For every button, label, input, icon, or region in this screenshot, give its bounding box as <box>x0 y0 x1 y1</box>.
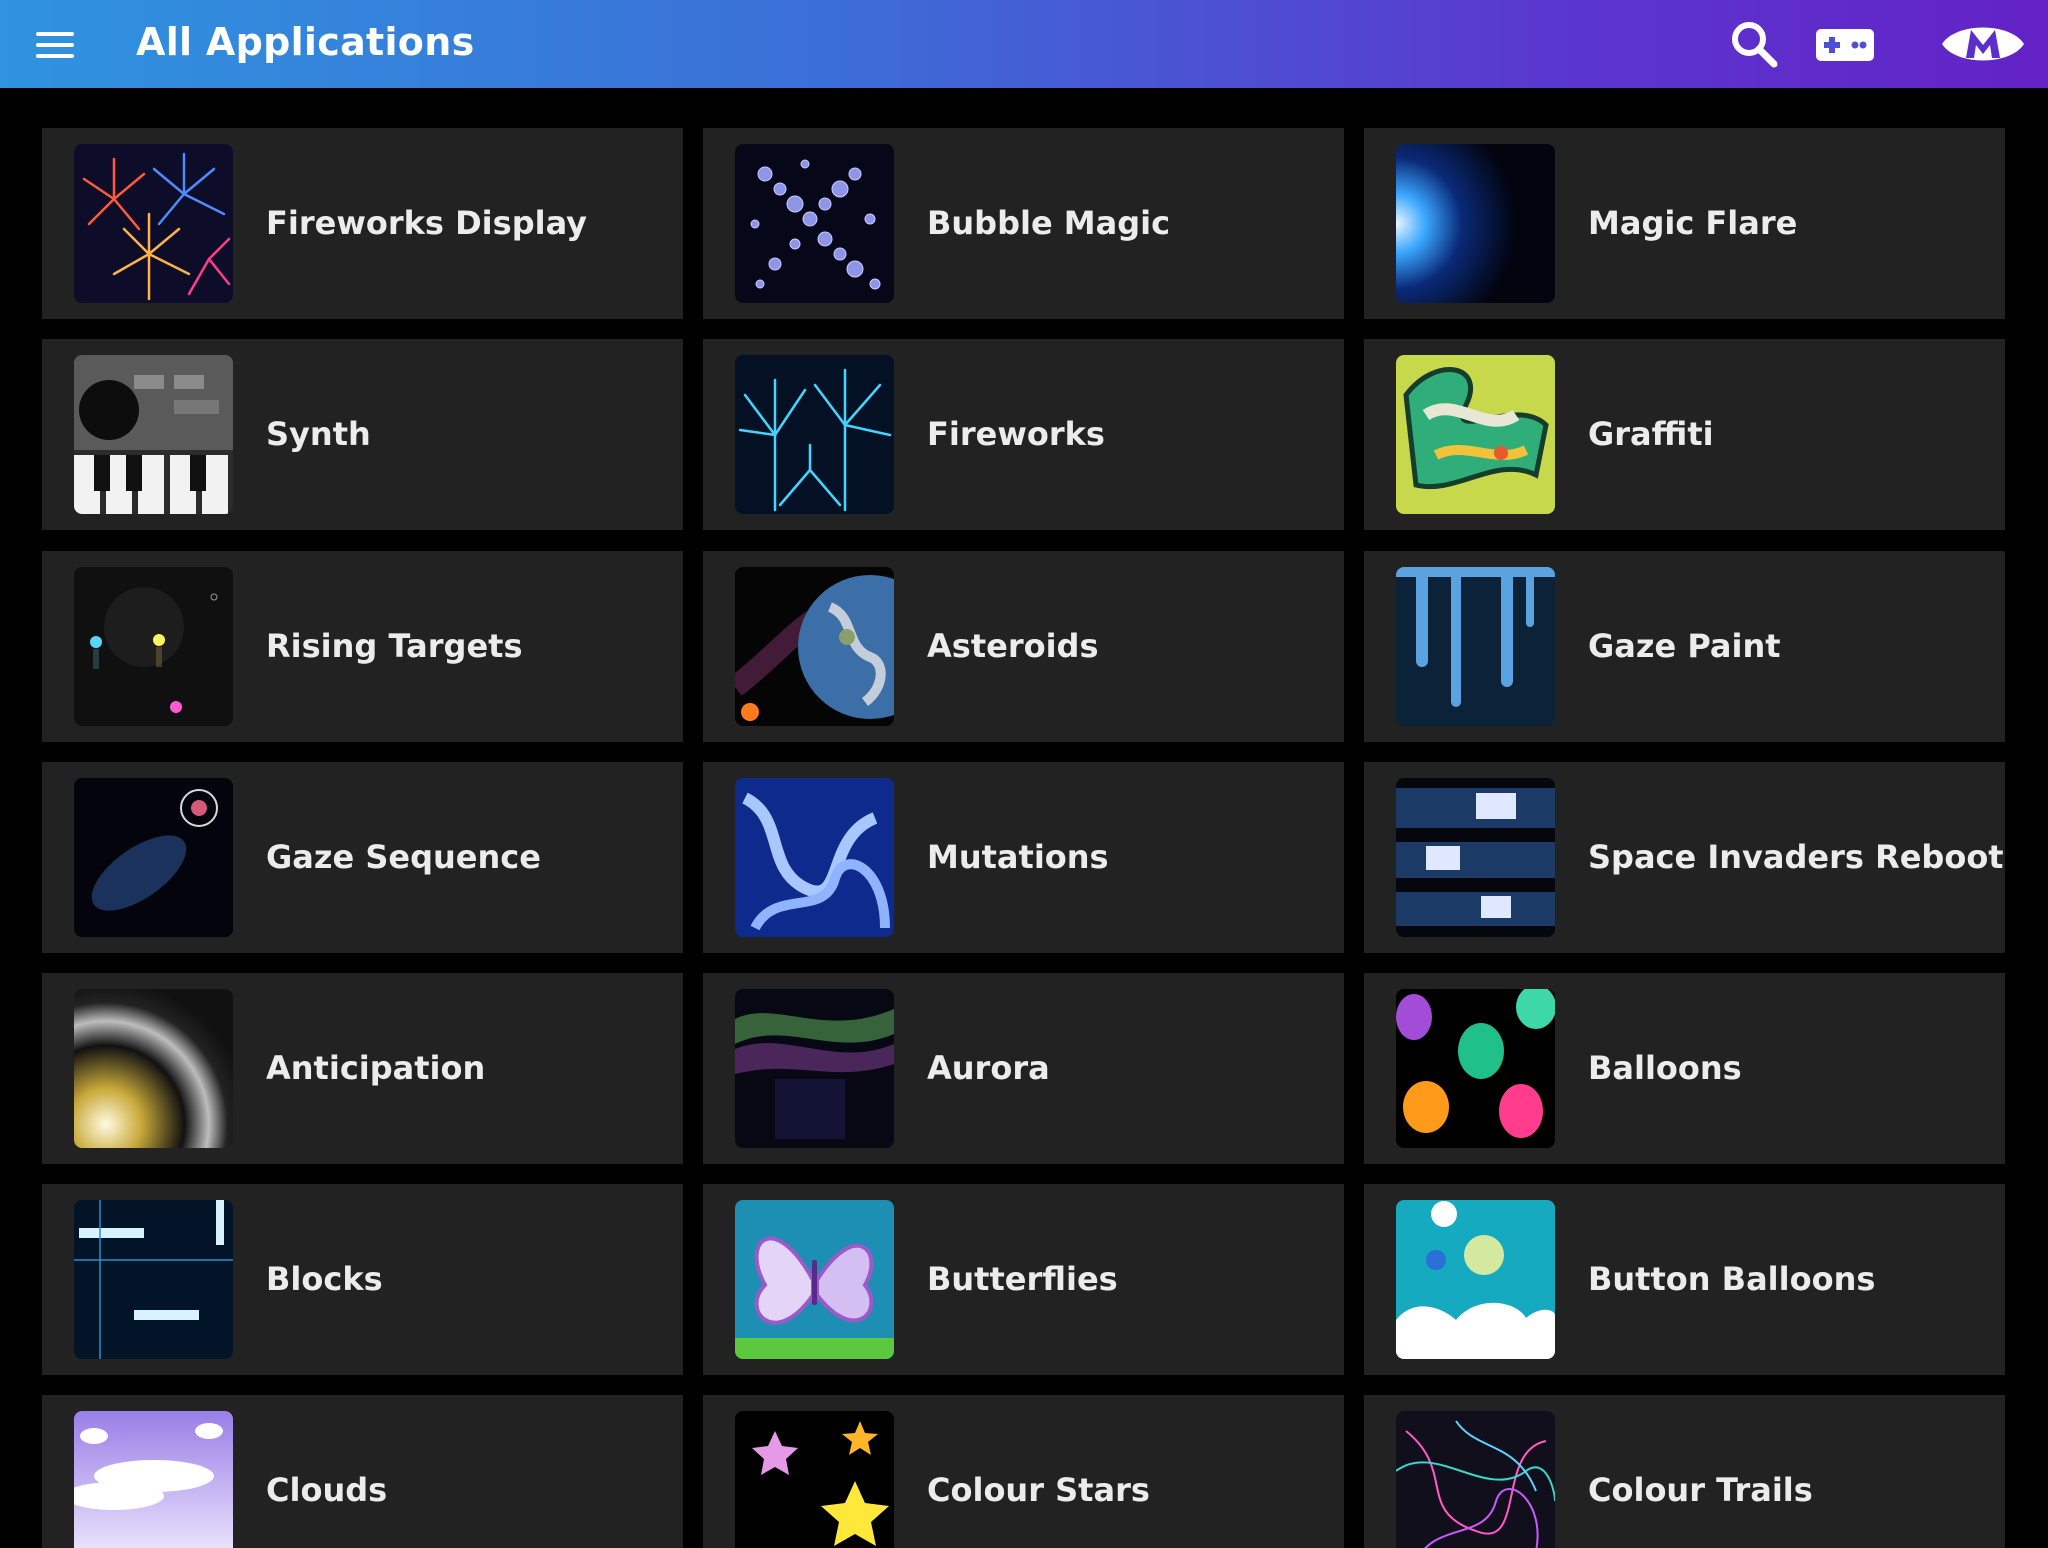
app-label: Clouds <box>266 1471 388 1509</box>
search-icon[interactable] <box>1724 14 1784 74</box>
app-tile-clouds[interactable]: Clouds <box>42 1395 683 1548</box>
app-tile-asteroids[interactable]: Asteroids <box>703 551 1344 742</box>
colour-stars-thumbnail <box>735 1411 894 1548</box>
applications-grid: Fireworks Display Bubble Magic Magic Fla… <box>42 128 2006 1548</box>
page-title: All Applications <box>136 20 475 64</box>
m-logo-icon[interactable] <box>1938 14 2028 74</box>
menu-icon[interactable] <box>34 28 76 62</box>
app-tile-bubble-magic[interactable]: Bubble Magic <box>703 128 1344 319</box>
graffiti-thumbnail <box>1396 355 1555 514</box>
app-label: Aurora <box>927 1049 1050 1087</box>
app-tile-blocks[interactable]: Blocks <box>42 1184 683 1375</box>
synth-thumbnail <box>74 355 233 514</box>
anticipation-thumbnail <box>74 989 233 1148</box>
app-label: Synth <box>266 415 371 453</box>
colour-trails-thumbnail <box>1396 1411 1555 1548</box>
app-label: Butterflies <box>927 1260 1118 1298</box>
gaze-sequence-thumbnail <box>74 778 233 937</box>
app-tile-fireworks[interactable]: Fireworks <box>703 339 1344 530</box>
app-label: Colour Stars <box>927 1471 1150 1509</box>
app-label: Gaze Paint <box>1588 627 1781 665</box>
butterflies-thumbnail <box>735 1200 894 1359</box>
app-bar: All Applications <box>0 0 2048 88</box>
blocks-thumbnail <box>74 1200 233 1359</box>
app-tile-gaze-sequence[interactable]: Gaze Sequence <box>42 762 683 953</box>
app-label: Rising Targets <box>266 627 523 665</box>
app-tile-synth[interactable]: Synth <box>42 339 683 530</box>
app-label: Bubble Magic <box>927 204 1171 242</box>
rising-targets-thumbnail <box>74 567 233 726</box>
aurora-thumbnail <box>735 989 894 1148</box>
app-label: Button Balloons <box>1588 1260 1876 1298</box>
gaze-paint-thumbnail <box>1396 567 1555 726</box>
app-tile-colour-stars[interactable]: Colour Stars <box>703 1395 1344 1548</box>
app-tile-gaze-paint[interactable]: Gaze Paint <box>1364 551 2005 742</box>
app-tile-rising-targets[interactable]: Rising Targets <box>42 551 683 742</box>
app-label: Fireworks Display <box>266 204 588 242</box>
app-tile-mutations[interactable]: Mutations <box>703 762 1344 953</box>
app-tile-balloons[interactable]: Balloons <box>1364 973 2005 1164</box>
button-balloons-thumbnail <box>1396 1200 1555 1359</box>
app-tile-graffiti[interactable]: Graffiti <box>1364 339 2005 530</box>
fireworks-display-thumbnail <box>74 144 233 303</box>
magic-flare-thumbnail <box>1396 144 1555 303</box>
app-tile-aurora[interactable]: Aurora <box>703 973 1344 1164</box>
app-tile-colour-trails[interactable]: Colour Trails <box>1364 1395 2005 1548</box>
app-tile-button-balloons[interactable]: Button Balloons <box>1364 1184 2005 1375</box>
app-tile-butterflies[interactable]: Butterflies <box>703 1184 1344 1375</box>
space-invaders-thumbnail <box>1396 778 1555 937</box>
app-tile-fireworks-display[interactable]: Fireworks Display <box>42 128 683 319</box>
app-label: Asteroids <box>927 627 1099 665</box>
gamepad-icon[interactable] <box>1815 14 1875 74</box>
mutations-thumbnail <box>735 778 894 937</box>
app-label: Magic Flare <box>1588 204 1798 242</box>
app-label: Blocks <box>266 1260 383 1298</box>
clouds-thumbnail <box>74 1411 233 1548</box>
bubble-magic-thumbnail <box>735 144 894 303</box>
app-label: Graffiti <box>1588 415 1714 453</box>
app-label: Fireworks <box>927 415 1105 453</box>
asteroids-thumbnail <box>735 567 894 726</box>
app-tile-magic-flare[interactable]: Magic Flare <box>1364 128 2005 319</box>
app-label: Anticipation <box>266 1049 486 1087</box>
app-label: Gaze Sequence <box>266 838 541 876</box>
app-label: Mutations <box>927 838 1109 876</box>
app-label: Space Invaders Reboot <box>1588 838 2004 876</box>
app-tile-space-invaders-reboot[interactable]: Space Invaders Reboot <box>1364 762 2005 953</box>
app-tile-anticipation[interactable]: Anticipation <box>42 973 683 1164</box>
balloons-thumbnail <box>1396 989 1555 1148</box>
app-label: Colour Trails <box>1588 1471 1813 1509</box>
fireworks-thumbnail <box>735 355 894 514</box>
app-label: Balloons <box>1588 1049 1742 1087</box>
